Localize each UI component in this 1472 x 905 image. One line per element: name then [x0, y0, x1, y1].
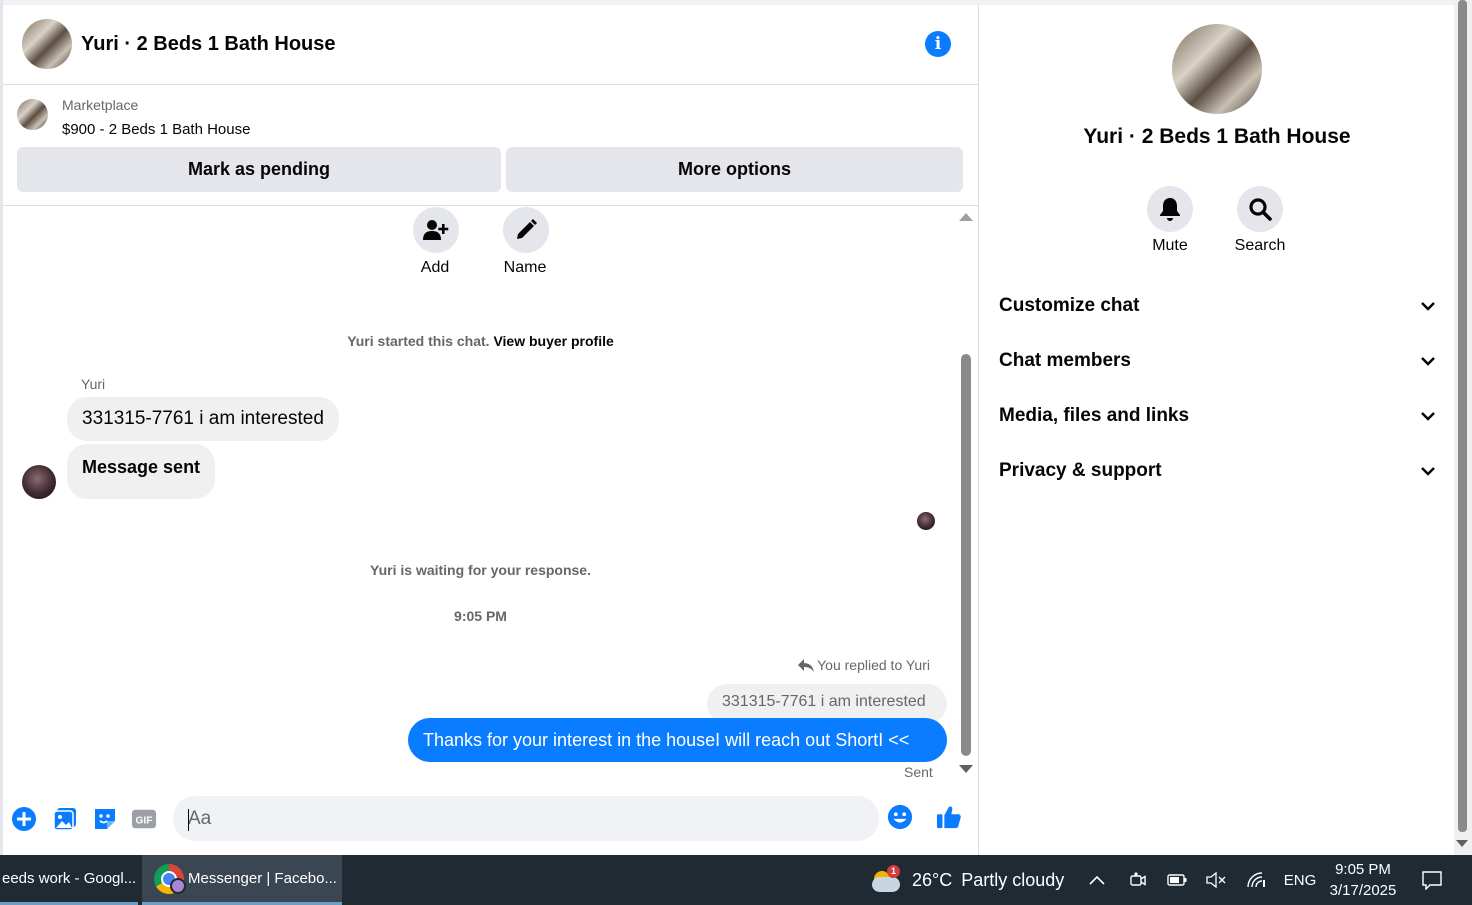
details-avatar[interactable]: [1172, 24, 1262, 114]
chevron-down-icon: [1421, 411, 1435, 421]
weather-temperature: 26°C: [912, 869, 953, 890]
chevron-down-icon: [1421, 356, 1435, 366]
chevron-up-icon[interactable]: [1084, 855, 1110, 905]
profile-badge-icon: [170, 877, 186, 894]
svg-text:GIF: GIF: [135, 816, 152, 827]
more-options-button[interactable]: More options: [506, 147, 963, 192]
taskbar-item-messenger[interactable]: Messenger | Facebo...: [142, 855, 342, 905]
clock-time: 9:05 PM: [1335, 861, 1391, 878]
scroll-up-arrow[interactable]: [959, 213, 973, 221]
weather-widget[interactable]: 1 26°C Partly cloudy: [870, 855, 1064, 905]
weather-description: Partly cloudy: [961, 869, 1065, 890]
info-icon[interactable]: i: [925, 31, 951, 57]
name-button[interactable]: [503, 207, 549, 253]
language-indicator[interactable]: ENG: [1280, 855, 1320, 905]
message-timestamp: 9:05 PM: [454, 608, 507, 624]
battery-icon[interactable]: [1164, 855, 1190, 905]
text-caret: [188, 809, 189, 831]
marketplace-banner: Marketplace $900 - 2 Beds 1 Bath House M…: [3, 86, 978, 206]
add-label: Add: [420, 259, 450, 276]
listing-title[interactable]: $900 - 2 Beds 1 Bath House: [62, 121, 250, 138]
reply-icon: [798, 659, 815, 672]
replied-indicator: You replied to Yuri: [798, 657, 930, 673]
chevron-down-icon: [1421, 466, 1435, 476]
network-icon[interactable]: [1244, 855, 1270, 905]
listing-thumbnail[interactable]: [17, 99, 48, 130]
incoming-message[interactable]: Message sent: [67, 444, 216, 499]
sticker-icon[interactable]: [92, 806, 118, 832]
chat-scrollbar[interactable]: [958, 210, 974, 778]
search-label: Search: [1234, 237, 1286, 254]
conversation-details-panel: Yuri · 2 Beds 1 Bath House Mute Search C…: [978, 5, 1454, 855]
page-scrollbar[interactable]: [1454, 0, 1472, 855]
gif-icon[interactable]: GIF: [131, 806, 157, 832]
read-receipt-avatar: [917, 512, 935, 530]
partly-cloudy-icon: 1: [870, 865, 904, 895]
replied-text: You replied to Yuri: [817, 657, 930, 673]
add-person-button[interactable]: [413, 207, 459, 253]
volume-muted-icon[interactable]: [1203, 855, 1229, 905]
taskbar-item-label: eeds work - Googl...: [2, 870, 137, 887]
mark-as-pending-button[interactable]: Mark as pending: [17, 147, 501, 192]
name-label: Name: [503, 259, 547, 276]
scroll-down-arrow[interactable]: [959, 765, 973, 773]
marketplace-label: Marketplace: [62, 97, 139, 113]
weather-alert-badge: 1: [887, 865, 900, 878]
thumbs-up-icon[interactable]: [936, 804, 962, 830]
section-media-files-links[interactable]: Media, files and links: [999, 396, 1435, 436]
emoji-icon[interactable]: [887, 804, 913, 830]
conversation-avatar[interactable]: [22, 19, 72, 69]
section-label: Privacy & support: [999, 460, 1162, 481]
chrome-icon: [154, 863, 186, 894]
section-label: Chat members: [999, 350, 1131, 371]
photo-icon[interactable]: [52, 806, 78, 832]
mute-button[interactable]: [1147, 186, 1193, 232]
search-button[interactable]: [1237, 186, 1283, 232]
notifications-icon[interactable]: [1418, 855, 1446, 905]
pencil-icon: [517, 219, 537, 239]
conversation-header: Yuri · 2 Beds 1 Bath House i: [3, 5, 978, 85]
sender-name: Yuri: [81, 376, 106, 392]
view-buyer-profile-link[interactable]: View buyer profile: [493, 333, 613, 349]
message-input[interactable]: [173, 796, 879, 841]
add-person-icon: [423, 220, 449, 240]
section-chat-members[interactable]: Chat members: [999, 341, 1435, 381]
taskbar-item-label: Messenger | Facebo...: [188, 870, 337, 887]
page-scrollbar-thumb[interactable]: [1458, 0, 1467, 832]
section-customize-chat[interactable]: Customize chat: [999, 286, 1435, 326]
bell-icon: [1160, 198, 1180, 221]
system-clock[interactable]: 9:05 PM 3/17/2025: [1322, 859, 1404, 901]
plus-icon[interactable]: [11, 806, 37, 832]
incoming-message[interactable]: 331315-7761 i am interested: [67, 397, 339, 441]
chat-started-text: Yuri started this chat.: [347, 333, 490, 349]
mute-label: Mute: [1152, 237, 1188, 254]
outgoing-message[interactable]: Thanks for your interest in the houseI w…: [408, 718, 947, 762]
conversation-title[interactable]: Yuri · 2 Beds 1 Bath House: [81, 33, 336, 56]
chevron-down-icon: [1421, 301, 1435, 311]
section-label: Customize chat: [999, 295, 1140, 316]
message-composer: GIF: [3, 792, 978, 852]
message-thread: Add Name Yuri started this chat. View bu…: [3, 207, 958, 792]
section-privacy-support[interactable]: Privacy & support: [999, 451, 1435, 491]
chat-started-notice: Yuri started this chat. View buyer profi…: [3, 333, 958, 349]
message-status: Sent: [904, 764, 933, 780]
sender-avatar[interactable]: [22, 465, 56, 499]
search-icon: [1249, 198, 1272, 221]
windows-taskbar: eeds work - Googl... Messenger | Facebo.…: [0, 855, 1472, 905]
section-label: Media, files and links: [999, 405, 1190, 426]
page-scroll-down-arrow[interactable]: [1456, 840, 1468, 847]
details-title: Yuri · 2 Beds 1 Bath House: [1083, 125, 1351, 148]
meet-now-icon[interactable]: [1125, 855, 1151, 905]
waiting-notice: Yuri is waiting for your response.: [370, 562, 591, 578]
scrollbar-thumb[interactable]: [961, 354, 971, 756]
taskbar-item-google-sheets[interactable]: eeds work - Googl...: [0, 855, 138, 905]
clock-date: 3/17/2025: [1329, 882, 1397, 899]
